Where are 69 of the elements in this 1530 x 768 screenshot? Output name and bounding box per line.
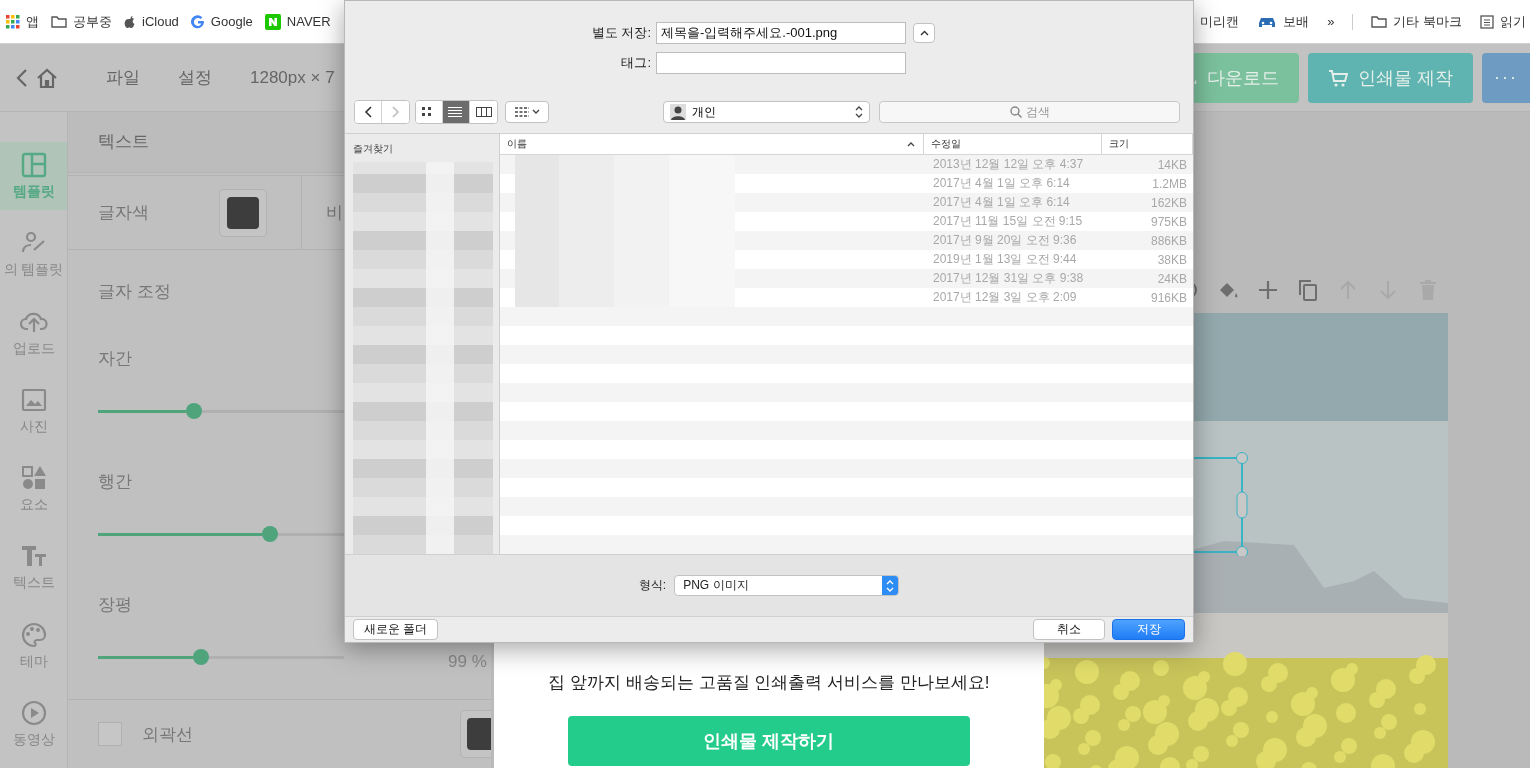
file-date: 2017년 11월 15일 오전 9:15: [932, 213, 1084, 230]
print-order-button[interactable]: 인쇄물 제작하기: [568, 716, 970, 766]
option-label: 비: [325, 202, 343, 225]
field-label: 태그:: [620, 54, 652, 72]
bookmark-item[interactable]: 읽기: [1480, 12, 1526, 31]
sidebar-item[interactable]: 테마: [0, 611, 67, 680]
menu-item[interactable]: 설정: [178, 66, 212, 89]
menu-item[interactable]: 파일: [106, 66, 140, 89]
file-row[interactable]: 2017년 12월 3일 오후 2:09 916KB: [500, 288, 1193, 307]
promo-text: 집 앞까지 배송되는 고품질 인쇄출력 서비스를 만나보세요!: [548, 672, 990, 694]
sidebar-item[interactable]: 요소: [0, 455, 67, 524]
bookmark-item[interactable]: NAVER: [264, 13, 331, 30]
file-date: 2017년 9월 20일 오전 9:36: [932, 232, 1078, 249]
sidebar-item[interactable]: 업로드: [0, 298, 67, 367]
file-row[interactable]: 2013년 12월 12일 오후 4:37 14KB: [500, 155, 1193, 174]
bookmark-item[interactable]: 앱: [6, 12, 39, 31]
field-label: 별도 저장:: [590, 24, 652, 42]
new-folder-button[interactable]: 새로운 폴더: [353, 619, 439, 640]
sidebar-item[interactable]: 사진: [0, 376, 67, 445]
bookmark-item[interactable]: iCloud: [124, 14, 179, 29]
file-size: 886KB: [1149, 233, 1188, 248]
file-date: 2017년 12월 31일 오후 9:38: [932, 270, 1085, 287]
print-order-button[interactable]: 인쇄물 제작: [1308, 52, 1473, 103]
file-row[interactable]: 2017년 11월 15일 오전 9:15 975KB: [500, 212, 1193, 231]
bookmark-item[interactable]: 공부중: [51, 12, 112, 31]
more-bookmarks-button[interactable]: »: [1327, 14, 1335, 29]
section-title: 글자 조정: [98, 281, 172, 304]
field-label: 형식:: [638, 577, 667, 594]
checkbox-label: 외곽선: [142, 723, 193, 746]
bookmark-item[interactable]: Google: [190, 14, 253, 29]
file-size: 14KB: [1156, 157, 1188, 172]
column-header[interactable]: 크기: [1102, 134, 1193, 154]
location-popup[interactable]: 개인: [663, 101, 870, 123]
file-row[interactable]: 2019년 1월 13일 오전 9:44 38KB: [500, 250, 1193, 269]
file-date: 2017년 4월 1일 오후 6:14: [932, 194, 1071, 211]
file-date: 2013년 12월 12일 오후 4:37: [932, 156, 1085, 173]
save-button[interactable]: 저장: [1112, 619, 1185, 640]
file-size: 162KB: [1149, 195, 1188, 210]
file-size: 1.2MB: [1151, 176, 1188, 191]
file-date: 2017년 4월 1일 오후 6:14: [932, 175, 1071, 192]
bookmark-item[interactable]: 미리캔: [1200, 12, 1240, 31]
file-row[interactable]: 2017년 9월 20일 오전 9:36 886KB: [500, 231, 1193, 250]
sidebar-item[interactable]: 동영상: [0, 689, 67, 758]
column-header[interactable]: 수정일: [924, 134, 1102, 154]
file-date: 2019년 1월 13일 오전 9:44: [932, 251, 1078, 268]
file-date: 2017년 12월 3일 오후 2:09: [932, 289, 1078, 306]
column-header[interactable]: 이름: [500, 134, 924, 154]
slider-label: 행간: [98, 471, 133, 494]
sidebar-item[interactable]: 텍스트: [0, 533, 67, 602]
sidebar-item[interactable]: 의 템플릿: [0, 220, 67, 289]
canvas-size-label: 1280px × 7: [250, 67, 335, 88]
search-field[interactable]: 검색: [879, 101, 1180, 123]
sidebar-heading: 즐겨찾기: [353, 142, 394, 156]
bookmark-item[interactable]: 보배: [1257, 12, 1310, 31]
cancel-button[interactable]: 취소: [1033, 619, 1105, 640]
filename-field[interactable]: 제목을-입력해주세요.-001.png: [656, 22, 906, 44]
slider-label: 장평: [98, 594, 133, 617]
slider-label: 자간: [98, 348, 133, 371]
more-button[interactable]: ···: [1482, 52, 1530, 103]
file-row[interactable]: 2017년 4월 1일 오후 6:14 1.2MB: [500, 174, 1193, 193]
color-label: 글자색: [98, 202, 149, 225]
bookmark-item[interactable]: 기타 북마크: [1371, 12, 1462, 31]
file-size: 975KB: [1149, 214, 1188, 229]
file-row[interactable]: 2017년 12월 31일 오후 9:38 24KB: [500, 269, 1193, 288]
file-row[interactable]: 2017년 4월 1일 오후 6:14 162KB: [500, 193, 1193, 212]
file-size: 24KB: [1156, 271, 1188, 286]
file-size: 38KB: [1156, 252, 1188, 267]
file-size: 916KB: [1149, 290, 1188, 305]
format-popup[interactable]: PNG 이미지: [674, 575, 900, 596]
